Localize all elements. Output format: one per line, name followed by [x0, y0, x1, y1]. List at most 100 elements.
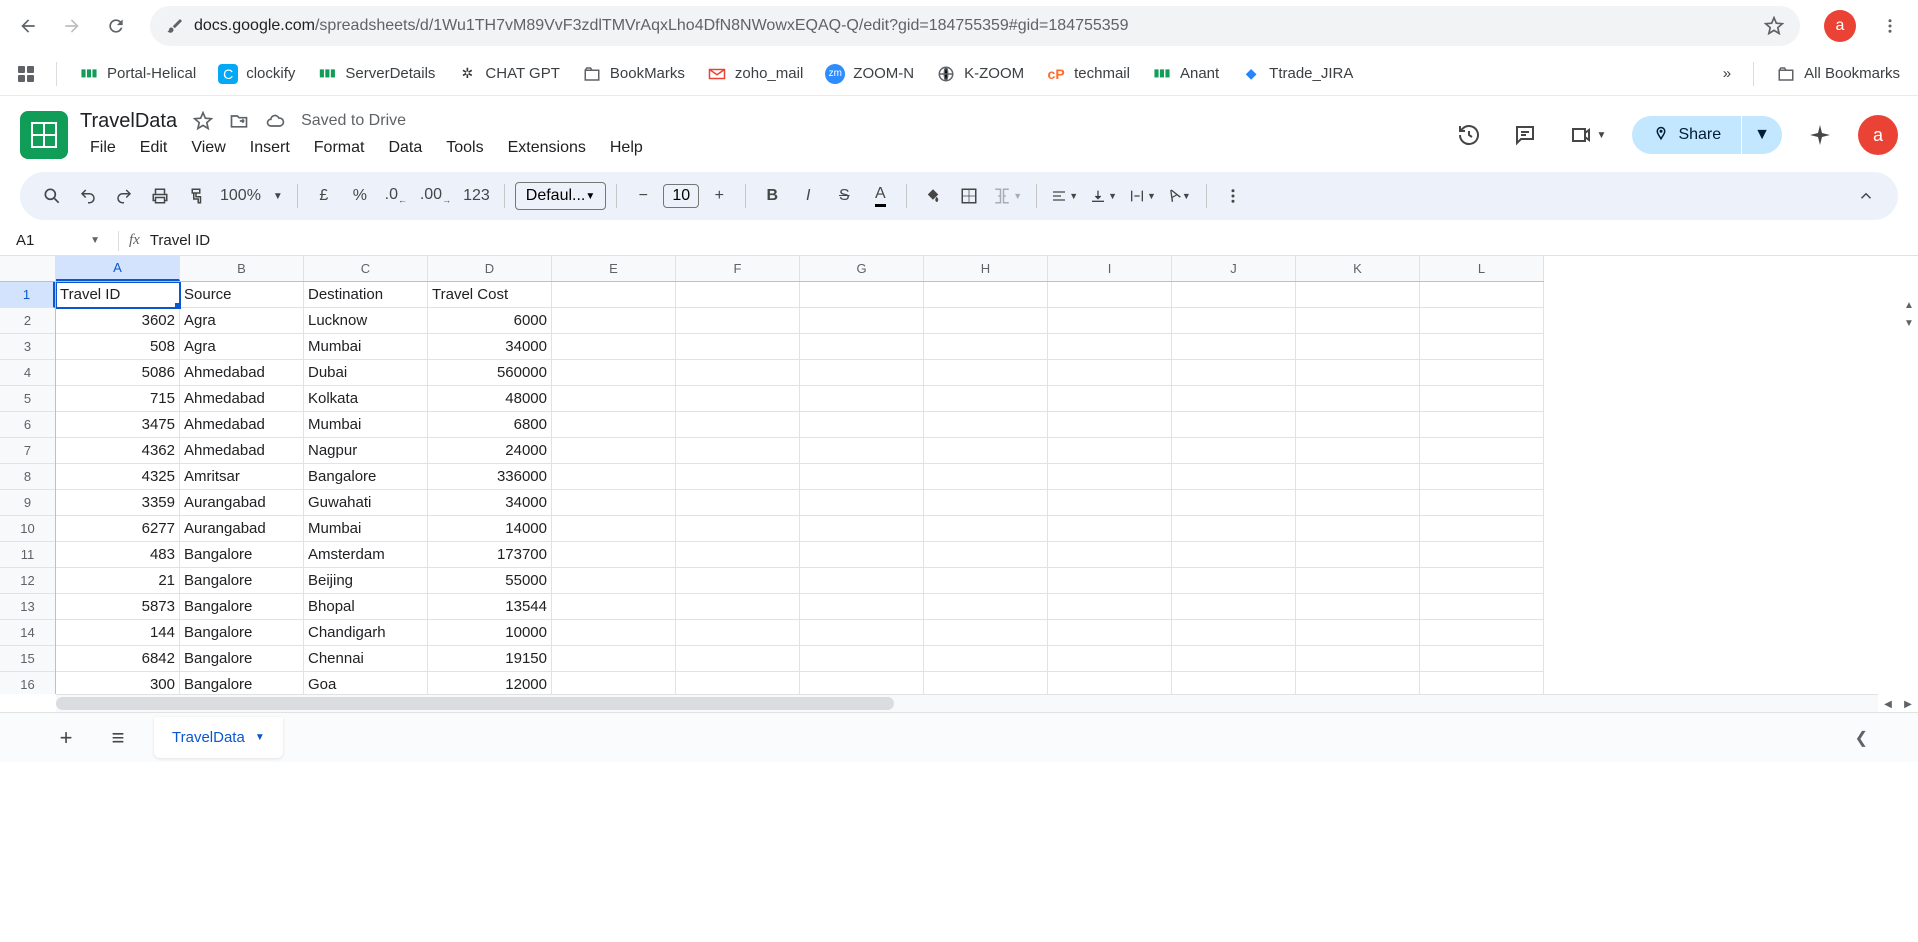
cell-H13[interactable]	[924, 594, 1048, 620]
row-header-14[interactable]: 14	[0, 620, 55, 646]
row-header-10[interactable]: 10	[0, 516, 55, 542]
formula-input[interactable]: Travel ID	[150, 232, 210, 249]
history-icon[interactable]	[1451, 117, 1487, 153]
select-all-corner[interactable]	[0, 256, 56, 282]
row-header-6[interactable]: 6	[0, 412, 55, 438]
strikethrough-button[interactable]: S	[828, 180, 860, 212]
cell-I10[interactable]	[1048, 516, 1172, 542]
star-icon[interactable]	[193, 111, 213, 131]
cell-E13[interactable]	[552, 594, 676, 620]
decrease-decimal-button[interactable]: .0←	[380, 180, 412, 212]
cell-I2[interactable]	[1048, 308, 1172, 334]
cell-D7[interactable]: 24000	[428, 438, 552, 464]
cell-H9[interactable]	[924, 490, 1048, 516]
cell-I3[interactable]	[1048, 334, 1172, 360]
text-color-button[interactable]: A	[864, 180, 896, 212]
cell-C3[interactable]: Mumbai	[304, 334, 428, 360]
row-header-12[interactable]: 12	[0, 568, 55, 594]
row-header-2[interactable]: 2	[0, 308, 55, 334]
cell-G11[interactable]	[800, 542, 924, 568]
col-header-J[interactable]: J	[1172, 256, 1296, 281]
bookmark-serverdetails[interactable]: ▮▮▮ServerDetails	[317, 64, 435, 84]
sheet-tab-active[interactable]: TravelData▼	[154, 717, 283, 758]
cell-C12[interactable]: Beijing	[304, 568, 428, 594]
cell-E9[interactable]	[552, 490, 676, 516]
scroll-up-icon[interactable]: ▲	[1900, 300, 1918, 318]
cell-E12[interactable]	[552, 568, 676, 594]
bookmark-ttradejira[interactable]: ◆Ttrade_JIRA	[1241, 64, 1353, 84]
row-header-16[interactable]: 16	[0, 672, 55, 694]
cell-I5[interactable]	[1048, 386, 1172, 412]
fill-color-button[interactable]	[917, 180, 949, 212]
add-sheet-button[interactable]: +	[50, 725, 82, 751]
cell-K3[interactable]	[1296, 334, 1420, 360]
apps-button[interactable]	[18, 66, 34, 82]
cell-L12[interactable]	[1420, 568, 1544, 594]
font-size-input[interactable]: 10	[663, 184, 699, 208]
cell-K14[interactable]	[1296, 620, 1420, 646]
cell-G14[interactable]	[800, 620, 924, 646]
col-header-I[interactable]: I	[1048, 256, 1172, 281]
cell-E5[interactable]	[552, 386, 676, 412]
horizontal-scrollbar[interactable]: ◀▶	[56, 694, 1878, 712]
more-button[interactable]	[1217, 180, 1249, 212]
cell-E4[interactable]	[552, 360, 676, 386]
cell-G3[interactable]	[800, 334, 924, 360]
cell-L4[interactable]	[1420, 360, 1544, 386]
cell-B3[interactable]: Agra	[180, 334, 304, 360]
menu-insert[interactable]: Insert	[240, 135, 300, 161]
cell-H10[interactable]	[924, 516, 1048, 542]
cell-L5[interactable]	[1420, 386, 1544, 412]
cell-G13[interactable]	[800, 594, 924, 620]
cell-H2[interactable]	[924, 308, 1048, 334]
cell-J12[interactable]	[1172, 568, 1296, 594]
cell-B2[interactable]: Agra	[180, 308, 304, 334]
bookmark-techmail[interactable]: cPtechmail	[1046, 64, 1130, 84]
cell-C15[interactable]: Chennai	[304, 646, 428, 672]
zoom-select[interactable]: 100%▼	[216, 180, 287, 212]
cell-C11[interactable]: Amsterdam	[304, 542, 428, 568]
row-header-15[interactable]: 15	[0, 646, 55, 672]
cell-A7[interactable]: 4362	[56, 438, 180, 464]
cell-E8[interactable]	[552, 464, 676, 490]
row-header-8[interactable]: 8	[0, 464, 55, 490]
menu-view[interactable]: View	[181, 135, 235, 161]
cell-F15[interactable]	[676, 646, 800, 672]
cell-H3[interactable]	[924, 334, 1048, 360]
valign-button[interactable]: ▼	[1086, 180, 1121, 212]
cell-G10[interactable]	[800, 516, 924, 542]
bookmark-clockify[interactable]: Cclockify	[218, 64, 295, 84]
bookmark-star-icon[interactable]	[1764, 16, 1784, 36]
comments-icon[interactable]	[1507, 117, 1543, 153]
cell-A13[interactable]: 5873	[56, 594, 180, 620]
cell-K10[interactable]	[1296, 516, 1420, 542]
cell-B10[interactable]: Aurangabad	[180, 516, 304, 542]
meet-icon[interactable]: ▼	[1563, 117, 1613, 153]
cell-K12[interactable]	[1296, 568, 1420, 594]
cell-I15[interactable]	[1048, 646, 1172, 672]
cell-K9[interactable]	[1296, 490, 1420, 516]
cell-H1[interactable]	[924, 282, 1048, 308]
search-menus-icon[interactable]	[36, 180, 68, 212]
cell-F2[interactable]	[676, 308, 800, 334]
cell-L9[interactable]	[1420, 490, 1544, 516]
cell-F11[interactable]	[676, 542, 800, 568]
cell-I16[interactable]	[1048, 672, 1172, 694]
cell-G16[interactable]	[800, 672, 924, 694]
paint-format-button[interactable]	[180, 180, 212, 212]
move-icon[interactable]	[229, 111, 249, 131]
cell-C13[interactable]: Bhopal	[304, 594, 428, 620]
cell-J13[interactable]	[1172, 594, 1296, 620]
halign-button[interactable]: ▼	[1047, 180, 1082, 212]
cell-G15[interactable]	[800, 646, 924, 672]
cell-C9[interactable]: Guwahati	[304, 490, 428, 516]
col-header-D[interactable]: D	[428, 256, 552, 281]
cell-E11[interactable]	[552, 542, 676, 568]
cell-E10[interactable]	[552, 516, 676, 542]
col-header-K[interactable]: K	[1296, 256, 1420, 281]
bookmark-anant[interactable]: ▮▮▮Anant	[1152, 64, 1219, 84]
cell-E1[interactable]	[552, 282, 676, 308]
font-select[interactable]: Defaul...▼	[515, 182, 607, 210]
cell-D8[interactable]: 336000	[428, 464, 552, 490]
col-header-L[interactable]: L	[1420, 256, 1544, 281]
